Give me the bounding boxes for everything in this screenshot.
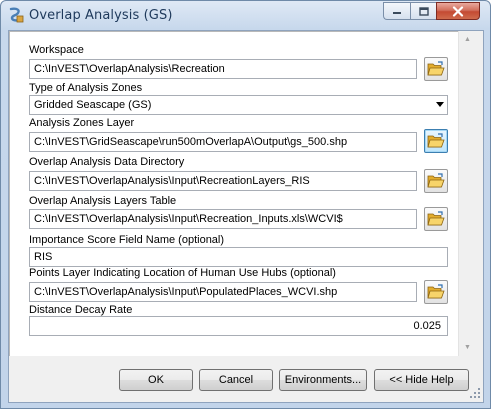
- analysis-zones-type-value: Gridded Seascape (GS): [34, 99, 152, 111]
- open-folder-icon: [427, 133, 445, 148]
- minimize-button[interactable]: [383, 2, 410, 20]
- importance-field-input[interactable]: RIS: [29, 247, 448, 267]
- layers-table-browse-button[interactable]: [424, 207, 448, 231]
- open-folder-icon: [427, 61, 445, 76]
- analysis-zones-layer-input[interactable]: C:\InVEST\GridSeascape\run500mOverlapA\O…: [29, 132, 417, 152]
- distance-decay-input[interactable]: 0.025: [29, 316, 448, 336]
- scroll-up-icon[interactable]: ▲: [459, 31, 476, 48]
- workspace-input[interactable]: C:\InVEST\OverlapAnalysis\Recreation: [29, 59, 417, 79]
- close-button[interactable]: [436, 2, 480, 20]
- maximize-button[interactable]: [410, 2, 436, 20]
- hide-help-button[interactable]: << Hide Help: [374, 369, 469, 391]
- layers-table-label: Overlap Analysis Layers Table: [29, 195, 177, 207]
- open-folder-icon: [427, 173, 445, 188]
- arctoolbox-icon: [9, 7, 24, 23]
- cancel-button[interactable]: Cancel: [199, 369, 273, 391]
- layers-table-input[interactable]: C:\InVEST\OverlapAnalysis\Input\Recreati…: [29, 209, 417, 229]
- title-bar[interactable]: Overlap Analysis (GS): [1, 1, 490, 30]
- vertical-scrollbar[interactable]: ▲ ▼: [458, 31, 476, 356]
- data-directory-label: Overlap Analysis Data Directory: [29, 156, 185, 168]
- distance-decay-label: Distance Decay Rate: [29, 304, 133, 316]
- dialog-window: Overlap Analysis (GS) ▲ ▼ Workspace C:\I…: [0, 0, 491, 409]
- importance-field-label: Importance Score Field Name (optional): [29, 234, 225, 246]
- environments-button[interactable]: Environments...: [279, 369, 367, 391]
- analysis-zones-layer-label: Analysis Zones Layer: [29, 117, 135, 129]
- workspace-browse-button[interactable]: [424, 57, 448, 81]
- resize-grip-icon[interactable]: [469, 387, 481, 399]
- minimize-icon: [393, 12, 401, 14]
- hubs-layer-input[interactable]: C:\InVEST\OverlapAnalysis\Input\Populate…: [29, 282, 417, 302]
- analysis-zones-type-select[interactable]: Gridded Seascape (GS): [29, 95, 448, 115]
- hubs-layer-label: Points Layer Indicating Location of Huma…: [29, 267, 336, 279]
- hubs-layer-browse-button[interactable]: [424, 280, 448, 304]
- ok-button[interactable]: OK: [119, 369, 193, 391]
- chevron-down-icon[interactable]: [436, 102, 444, 107]
- maximize-icon: [418, 6, 429, 16]
- window-title: Overlap Analysis (GS): [29, 8, 173, 23]
- analysis-zones-type-label: Type of Analysis Zones: [29, 82, 143, 94]
- data-directory-browse-button[interactable]: [424, 169, 448, 193]
- open-folder-icon: [427, 211, 445, 226]
- workspace-label: Workspace: [29, 44, 84, 56]
- scroll-down-icon[interactable]: ▼: [459, 339, 476, 356]
- analysis-zones-layer-browse-button[interactable]: [424, 129, 448, 153]
- data-directory-input[interactable]: C:\InVEST\OverlapAnalysis\Input\Recreati…: [29, 171, 417, 191]
- open-folder-icon: [427, 284, 445, 299]
- close-icon: [452, 5, 464, 17]
